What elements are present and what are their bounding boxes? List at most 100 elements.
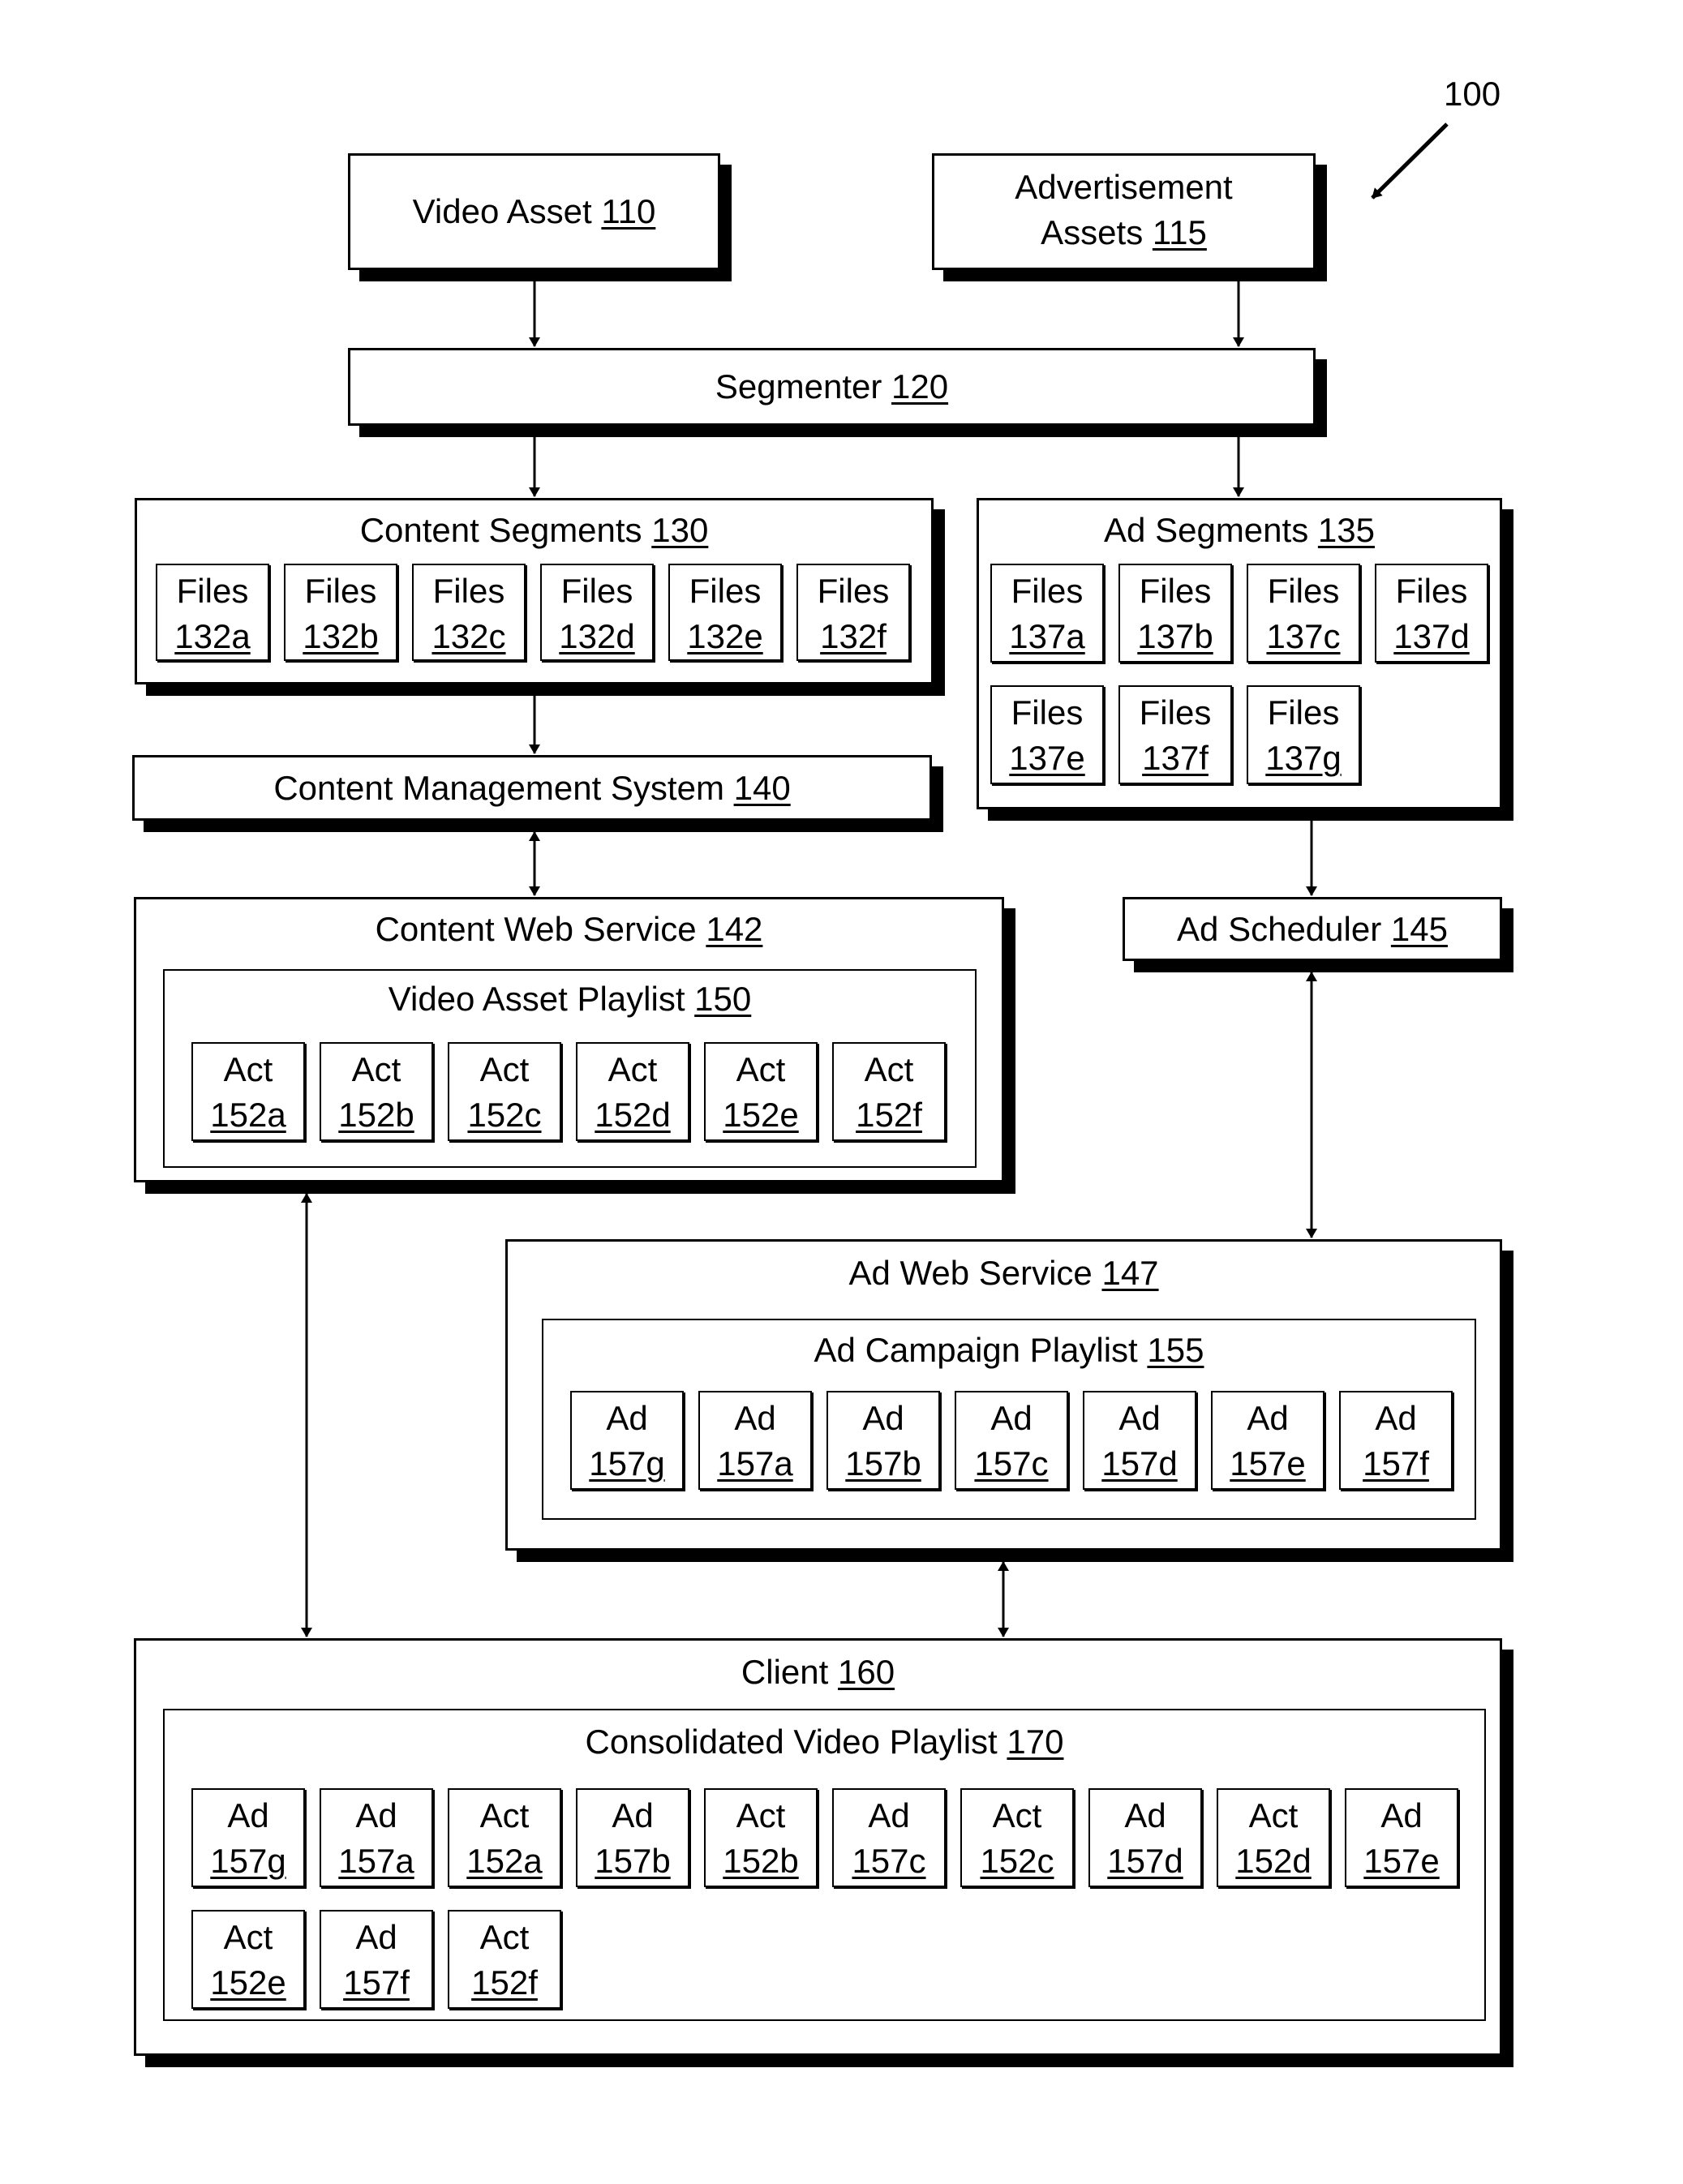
cell-label: Files — [689, 572, 762, 610]
content-act: Act 152a — [191, 1042, 305, 1141]
cell-ref: 157b — [845, 1444, 921, 1482]
cell-label: Act — [736, 1796, 786, 1834]
content-act: Act 152d — [576, 1042, 689, 1141]
cell-ref: 157f — [343, 1963, 410, 2002]
cell-label: Ad — [606, 1399, 648, 1437]
playlist-entry: Ad 157a — [320, 1788, 433, 1887]
cell-label: Ad — [227, 1796, 269, 1834]
cell-ref: 152c — [980, 1842, 1054, 1880]
cell-label: Files — [1011, 572, 1084, 610]
segmenter-node: Segmenter 120 — [348, 348, 1316, 426]
cell-label: Ad — [868, 1796, 910, 1834]
content-act: Act 152f — [832, 1042, 946, 1141]
content-segment-file: Files 132e — [668, 564, 782, 661]
cell-ref: 152f — [856, 1096, 922, 1134]
ad-campaign-playlist-title: Ad Campaign Playlist 155 — [814, 1331, 1204, 1369]
cell-ref: 157e — [1230, 1444, 1306, 1482]
video-asset-title: Video Asset 110 — [412, 192, 656, 230]
ad-campaign-playlist: Ad Campaign Playlist 155 Ad 157g Ad 157a Ad 1… — [542, 1319, 1476, 1520]
consolidated-video-playlist-title: Consolidated Video Playlist 170 — [585, 1723, 1064, 1761]
playlist-entry: Ad 157e — [1345, 1788, 1458, 1887]
advertisement-assets-node: Advertisement Assets 115 — [932, 153, 1316, 270]
ad-segment-file: Files 137e — [990, 685, 1104, 784]
ad-segment-file: Files 137a — [990, 564, 1104, 663]
cell-ref: 132e — [687, 617, 763, 655]
ad-item: Ad 157e — [1211, 1391, 1325, 1490]
content-segment-file: Files 132d — [540, 564, 654, 661]
cell-ref: 132d — [559, 617, 635, 655]
cell-label: Files — [560, 572, 633, 610]
ad-scheduler-node: Ad Scheduler 145 — [1123, 897, 1502, 961]
cell-label: Ad — [990, 1399, 1033, 1437]
playlist-entry: Act 152d — [1217, 1788, 1330, 1887]
cell-label: Act — [864, 1050, 914, 1088]
cell-label: Files — [1395, 572, 1468, 610]
cell-label: Files — [1267, 693, 1340, 732]
playlist-entry: Ad 157f — [320, 1910, 433, 2009]
cell-label: Files — [1139, 693, 1212, 732]
cell-ref: 157f — [1363, 1444, 1429, 1482]
cell-ref: 157g — [210, 1842, 286, 1880]
cell-ref: 152a — [466, 1842, 543, 1880]
cell-ref: 157c — [974, 1444, 1049, 1482]
content-act: Act 152e — [704, 1042, 818, 1141]
cell-label: Files — [1267, 572, 1340, 610]
cell-ref: 152c — [467, 1096, 542, 1134]
ad-item: Ad 157c — [955, 1391, 1068, 1490]
cell-label: Act — [608, 1050, 658, 1088]
playlist-entry: Act 152b — [704, 1788, 818, 1887]
consolidated-video-playlist: Consolidated Video Playlist 170 Ad 157g Ad… — [163, 1709, 1486, 2021]
playlist-entry: Act 152e — [191, 1910, 305, 2009]
cell-label: Ad — [355, 1918, 397, 1956]
segmenter-title: Segmenter 120 — [715, 367, 949, 405]
figure-reference-arrow — [1371, 122, 1449, 200]
video-asset-node: Video Asset 110 — [348, 153, 720, 270]
cell-ref: 137d — [1393, 617, 1470, 655]
figure-label: 100 — [1444, 75, 1501, 113]
content-act: Act 152b — [320, 1042, 433, 1141]
ad-segment-file: Files 137g — [1247, 685, 1360, 784]
playlist-entry: Act 152c — [960, 1788, 1074, 1887]
cell-ref: 157a — [338, 1842, 414, 1880]
cell-ref: 137c — [1266, 617, 1341, 655]
cell-ref: 132b — [303, 617, 379, 655]
cell-label: Ad — [1124, 1796, 1166, 1834]
cell-label: Act — [1248, 1796, 1299, 1834]
content-web-service-title: Content Web Service 142 — [375, 910, 763, 948]
cell-label: Act — [736, 1050, 786, 1088]
ad-item: Ad 157g — [570, 1391, 684, 1490]
cell-label: Act — [223, 1918, 273, 1956]
cell-label: Act — [351, 1050, 401, 1088]
cell-label: Act — [223, 1050, 273, 1088]
video-asset-playlist-title: Video Asset Playlist 150 — [388, 980, 752, 1018]
cell-label: Files — [1011, 693, 1084, 732]
ad-segment-file: Files 137f — [1118, 685, 1232, 784]
ad-scheduler-title: Ad Scheduler 145 — [1177, 910, 1448, 948]
cell-label: Act — [479, 1050, 530, 1088]
playlist-entry: Ad 157b — [576, 1788, 689, 1887]
ad-item: Ad 157a — [698, 1391, 812, 1490]
ad-segment-file: Files 137b — [1118, 564, 1232, 663]
cell-ref: 157d — [1101, 1444, 1178, 1482]
cell-label: Act — [479, 1918, 530, 1956]
ad-web-service-node: Ad Web Service 147 Ad Campaign Playlist … — [505, 1239, 1502, 1551]
cell-ref: 132a — [174, 617, 251, 655]
client-title: Client 160 — [741, 1653, 895, 1691]
content-management-system-node: Content Management System 140 — [132, 755, 932, 821]
cell-label: Ad — [1118, 1399, 1161, 1437]
cell-ref: 137b — [1137, 617, 1213, 655]
cell-label: Files — [304, 572, 377, 610]
playlist-entry: Ad 157d — [1088, 1788, 1202, 1887]
cell-ref: 132f — [820, 617, 887, 655]
cell-label: Act — [479, 1796, 530, 1834]
content-segment-file: Files 132b — [284, 564, 397, 661]
cell-label: Files — [817, 572, 890, 610]
cell-ref: 152a — [210, 1096, 286, 1134]
ad-segments-title: Ad Segments 135 — [1104, 511, 1375, 549]
content-segment-file: Files 132a — [156, 564, 269, 661]
client-node: Client 160 Consolidated Video Playlist 1… — [134, 1638, 1502, 2056]
content-act: Act 152c — [448, 1042, 561, 1141]
cell-label: Ad — [1247, 1399, 1289, 1437]
playlist-entry: Ad 157c — [832, 1788, 946, 1887]
cell-label: Files — [176, 572, 249, 610]
